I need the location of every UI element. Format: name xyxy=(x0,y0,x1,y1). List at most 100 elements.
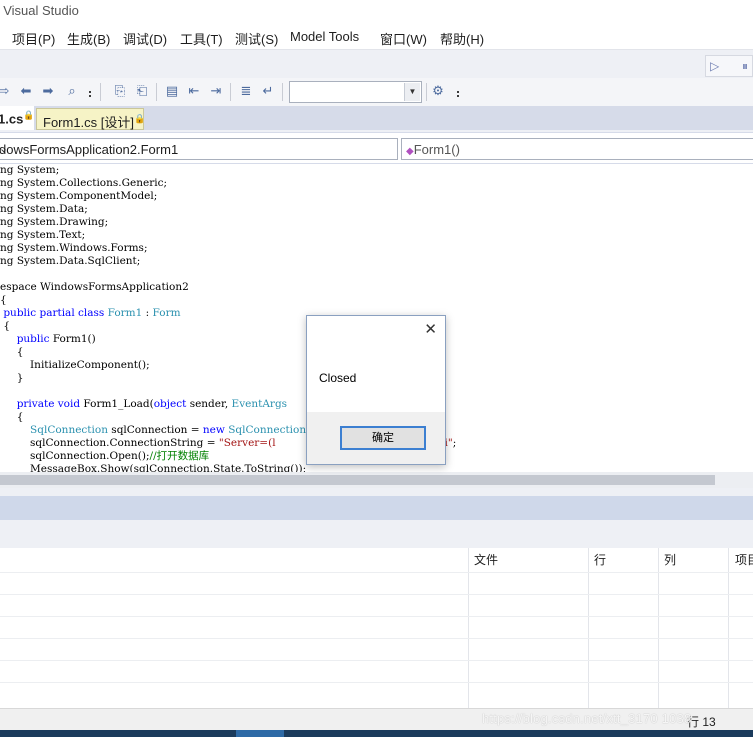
pause-icon[interactable]: ⏸ xyxy=(742,59,748,74)
menu-item[interactable]: 窗口(W) xyxy=(380,29,427,48)
tab-form1-cs[interactable]: 1.cs🔒 xyxy=(0,106,35,130)
code-token: ng System.ComponentModel; xyxy=(0,190,158,202)
menu-item[interactable]: Model Tools xyxy=(290,29,359,44)
code-line: espace WindowsFormsApplication2 xyxy=(0,281,456,294)
code-line: ng System.Collections.Generic; xyxy=(0,177,456,190)
code-token: Form1() xyxy=(52,333,96,345)
code-token: Form xyxy=(152,307,181,319)
format-icon[interactable]: ▤ xyxy=(164,83,180,99)
code-token: sqlConnection.ConnectionString = xyxy=(0,437,219,449)
taskbar-active-item[interactable] xyxy=(236,730,284,737)
chevron-down-icon[interactable]: ⌄ xyxy=(0,142,393,155)
taskbar xyxy=(0,730,753,737)
tab-label: Form1.cs [设计] xyxy=(43,115,135,130)
code-token: ng System.Drawing; xyxy=(0,216,109,228)
column-header[interactable]: 行 xyxy=(594,548,606,572)
menu-item[interactable]: 帮助(H) xyxy=(440,29,484,48)
code-line: ng System.Text; xyxy=(0,229,456,242)
code-token: } xyxy=(0,372,24,384)
message-box: ✕ Closed 确定 xyxy=(306,315,446,465)
ok-button[interactable]: 确定 xyxy=(340,426,426,450)
menu-item[interactable]: 项目(P) xyxy=(12,29,55,48)
scrollbar-thumb[interactable] xyxy=(0,475,715,485)
code-token: { xyxy=(0,411,24,423)
row-separator xyxy=(0,572,753,573)
row-separator xyxy=(0,660,753,661)
code-token: //打开数据库 xyxy=(149,450,210,462)
message-text: Closed xyxy=(319,371,357,385)
code-token: SqlConnection xyxy=(228,424,307,436)
code-token: public partial class xyxy=(0,307,108,319)
code-token: { xyxy=(0,320,11,332)
outdent-icon[interactable]: ⇤ xyxy=(186,83,202,99)
code-line: ng System; xyxy=(0,164,456,177)
code-token: ng System; xyxy=(0,164,60,176)
comment-icon[interactable]: ⎘ xyxy=(112,83,128,99)
word-wrap-icon[interactable]: ↵ xyxy=(260,83,276,99)
dialog-footer: 确定 xyxy=(307,412,445,464)
tab-label: 1.cs xyxy=(0,111,24,127)
menu-item[interactable]: 调试(D) xyxy=(123,29,167,48)
title-bar: t Visual Studio xyxy=(0,0,753,22)
menu-item[interactable]: 生成(B) xyxy=(67,29,110,48)
code-token: SqlConnection xyxy=(30,424,108,436)
code-token: private void xyxy=(0,398,84,410)
start-icon[interactable]: ▷ xyxy=(710,59,719,73)
document-tab-row: 1.cs🔒 Form1.cs [设计]🔒 xyxy=(0,106,753,130)
code-line: ng System.Drawing; xyxy=(0,216,456,229)
menu-item[interactable]: 工具(T) xyxy=(180,29,223,48)
code-token: espace WindowsFormsApplication2 xyxy=(0,281,189,293)
indent-icon[interactable]: ⇥ xyxy=(208,83,224,99)
code-line: ng System.ComponentModel; xyxy=(0,190,456,203)
toolbar-separator xyxy=(230,83,231,101)
window-title: t Visual Studio xyxy=(0,3,79,18)
code-token: InitializeComponent(); xyxy=(0,359,150,371)
navigate-forward-icon[interactable]: ⇨ xyxy=(0,83,12,99)
code-line: ng System.Windows.Forms; xyxy=(0,242,456,255)
menu-item[interactable]: 测试(S) xyxy=(235,29,278,48)
toolbar-grip[interactable] xyxy=(457,91,460,97)
toolbar-separator xyxy=(282,83,283,101)
code-token: { xyxy=(0,294,7,306)
row-separator xyxy=(0,638,753,639)
code-token: sender, xyxy=(186,398,232,410)
horizontal-scrollbar[interactable] xyxy=(0,472,753,488)
code-token: ng System.Windows.Forms; xyxy=(0,242,148,254)
code-token: object xyxy=(153,398,187,410)
toolbar-separator xyxy=(100,83,101,101)
code-token: ng System.Data.SqlClient; xyxy=(0,255,141,267)
pane-splitter[interactable] xyxy=(0,488,753,496)
row-separator xyxy=(0,616,753,617)
debug-toolbar: ▷ ⏸ xyxy=(705,55,753,77)
method-icon: ◆ xyxy=(406,146,414,157)
column-header[interactable]: 列 xyxy=(664,548,676,572)
align-icon[interactable]: ≣ xyxy=(238,83,254,99)
toolbar-grip[interactable] xyxy=(89,91,92,97)
solution-config-combo[interactable]: ▼ xyxy=(289,81,422,103)
column-header[interactable]: 项目 xyxy=(735,548,753,572)
code-line: ng System.Data.SqlClient; xyxy=(0,255,456,268)
error-list: 文件 行 列 项目 xyxy=(0,548,753,708)
lock-icon: 🔒 xyxy=(23,110,35,120)
close-icon[interactable]: ✕ xyxy=(424,320,437,338)
uncomment-icon[interactable]: ⎗ xyxy=(134,83,150,99)
class-combo[interactable]: dowsFormsApplication2.Form1 ⌄ xyxy=(0,138,398,160)
toolbar-separator xyxy=(426,83,427,101)
code-token: "Server=(l xyxy=(218,437,276,449)
bookmark-prev-icon[interactable]: ⬅ xyxy=(18,83,34,99)
column-header[interactable]: 文件 xyxy=(474,548,498,572)
chevron-down-icon[interactable]: ▼ xyxy=(404,83,420,101)
toolbar-separator xyxy=(156,83,157,101)
menu-bar: 项目(P) 生成(B) 调试(D) 工具(T) 测试(S) Model Tools 窗口(W… xyxy=(0,22,753,50)
settings-icon[interactable]: ⚙ xyxy=(430,83,446,99)
code-token: sqlConnection = xyxy=(107,424,203,436)
code-line: ng System.Data; xyxy=(0,203,456,216)
bookmark-next-icon[interactable]: ➡ xyxy=(40,83,56,99)
tab-form1-designer[interactable]: Form1.cs [设计]🔒 xyxy=(36,108,145,130)
find-icon[interactable]: ⌕ xyxy=(64,83,80,99)
row-separator xyxy=(0,594,753,595)
code-token: { xyxy=(0,346,24,358)
member-combo[interactable]: ◆Form1() xyxy=(401,138,753,160)
